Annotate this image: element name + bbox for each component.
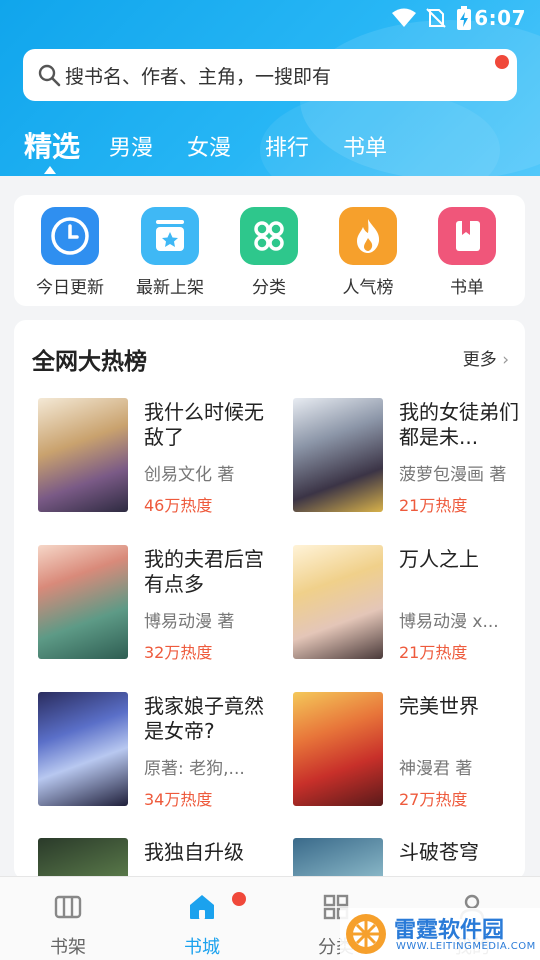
book-card[interactable]: 我家娘子竟然是女帝? 原著: 老狗,... 34万热度 bbox=[38, 692, 288, 812]
book-title: 斗破苍穹 bbox=[399, 840, 479, 864]
book-card[interactable]: 万人之上 博易动漫 x... 21万热度 bbox=[293, 545, 525, 665]
tab-booklist[interactable]: 书单 bbox=[343, 130, 387, 162]
book-heat: 27万热度 bbox=[399, 790, 468, 809]
notification-dot bbox=[495, 55, 509, 69]
book-author: 原著: 老狗,... bbox=[144, 759, 245, 779]
book-author: 创易文化 著 bbox=[144, 465, 235, 485]
book-card[interactable]: 我的女徒弟们都是未... 菠萝包漫画 著 21万热度 bbox=[293, 398, 525, 518]
book-author: 神漫君 著 bbox=[399, 759, 473, 779]
tab-male-comics[interactable]: 男漫 bbox=[109, 130, 153, 162]
nav-label: 书架 bbox=[50, 937, 86, 958]
wifi-icon bbox=[392, 8, 416, 27]
quick-category[interactable]: 分类 bbox=[221, 207, 317, 298]
flame-icon bbox=[339, 207, 397, 265]
quick-label: 书单 bbox=[450, 278, 484, 298]
more-link[interactable]: 更多 › bbox=[463, 345, 509, 370]
book-cover bbox=[38, 545, 128, 659]
tab-featured[interactable]: 精选 bbox=[24, 125, 80, 165]
status-bar: 6:07 bbox=[0, 0, 540, 36]
book-title: 我的女徒弟们都是未... bbox=[399, 400, 519, 449]
quick-entries: 今日更新 最新上架 分类 人气榜 书单 bbox=[14, 195, 525, 306]
more-label: 更多 bbox=[462, 350, 497, 370]
book-title: 我独自升级 bbox=[144, 840, 244, 864]
quick-label: 分类 bbox=[252, 278, 286, 298]
book-title: 万人之上 bbox=[399, 547, 479, 571]
book-card[interactable]: 完美世界 神漫君 著 27万热度 bbox=[293, 692, 525, 812]
book-cover bbox=[293, 692, 383, 806]
grid-icon bbox=[240, 207, 298, 265]
nav-bookstore[interactable]: 书城 bbox=[162, 891, 242, 959]
book-cover bbox=[38, 692, 128, 806]
header: 6:07 搜书名、作者、主角，一搜即有 精选 男漫 女漫 排行 书单 bbox=[0, 0, 540, 176]
book-card[interactable]: 我的夫君后宫有点多 博易动漫 著 32万热度 bbox=[38, 545, 288, 665]
book-heat: 46万热度 bbox=[144, 496, 213, 515]
book-card[interactable]: 斗破苍穹 bbox=[293, 838, 525, 880]
quick-new-arrivals[interactable]: 最新上架 bbox=[122, 207, 218, 298]
book-title: 我什么时候无敌了 bbox=[144, 400, 264, 449]
quick-today-update[interactable]: 今日更新 bbox=[22, 207, 118, 298]
book-author: 菠萝包漫画 著 bbox=[399, 465, 507, 485]
book-heat: 32万热度 bbox=[144, 643, 213, 662]
orange-logo-icon bbox=[346, 914, 386, 954]
category-tabs: 精选 男漫 女漫 排行 书单 bbox=[0, 118, 540, 176]
book-title: 我家娘子竟然是女帝? bbox=[144, 694, 264, 743]
site-watermark: 雷霆软件园 WWW.LEITINGMEDIA.COM bbox=[340, 908, 540, 960]
chevron-right-icon: › bbox=[496, 350, 509, 370]
book-cover bbox=[38, 398, 128, 512]
book-heat: 21万热度 bbox=[399, 643, 468, 662]
watermark-url: WWW.LEITINGMEDIA.COM bbox=[396, 941, 536, 952]
home-icon bbox=[190, 895, 214, 919]
notification-dot bbox=[232, 892, 246, 906]
tab-ranking[interactable]: 排行 bbox=[265, 130, 309, 162]
book-heat: 34万热度 bbox=[144, 790, 213, 809]
watermark-title: 雷霆软件园 bbox=[394, 918, 505, 943]
book-author: 博易动漫 著 bbox=[144, 612, 235, 632]
search-placeholder[interactable]: 搜书名、作者、主角，一搜即有 bbox=[65, 62, 331, 89]
bookshelf-icon bbox=[54, 895, 82, 919]
star-box-icon bbox=[141, 207, 199, 265]
book-cover bbox=[293, 838, 383, 880]
clock-icon bbox=[41, 207, 99, 265]
battery-charging-icon bbox=[457, 6, 471, 30]
nav-label: 书城 bbox=[184, 937, 220, 958]
bookmark-icon bbox=[438, 207, 496, 265]
book-author: 博易动漫 x... bbox=[399, 612, 499, 632]
no-sim-icon bbox=[426, 8, 446, 28]
book-cover bbox=[293, 398, 383, 512]
book-title: 我的夫君后宫有点多 bbox=[144, 547, 264, 596]
hot-ranking-section: 全网大热榜 更多 › 我什么时候无敌了 创易文化 著 46万热度 我的女徒弟们都… bbox=[14, 320, 525, 880]
quick-popular-ranking[interactable]: 人气榜 bbox=[320, 207, 416, 298]
tab-female-comics[interactable]: 女漫 bbox=[187, 130, 231, 162]
status-time: 6:07 bbox=[474, 6, 526, 30]
quick-label: 人气榜 bbox=[342, 278, 394, 298]
book-title: 完美世界 bbox=[399, 694, 479, 718]
book-cover bbox=[293, 545, 383, 659]
book-card[interactable]: 我什么时候无敌了 创易文化 著 46万热度 bbox=[38, 398, 288, 518]
quick-label: 最新上架 bbox=[136, 278, 204, 298]
search-icon bbox=[38, 64, 61, 87]
book-heat: 21万热度 bbox=[399, 496, 468, 515]
quick-booklist[interactable]: 书单 bbox=[419, 207, 515, 298]
quick-label: 今日更新 bbox=[36, 278, 104, 298]
nav-bookshelf[interactable]: 书架 bbox=[28, 891, 108, 959]
search-bar[interactable]: 搜书名、作者、主角，一搜即有 bbox=[23, 49, 517, 101]
book-card[interactable]: 我独自升级 bbox=[38, 838, 288, 880]
book-cover bbox=[38, 838, 128, 880]
section-title: 全网大热榜 bbox=[32, 349, 147, 375]
active-tab-indicator bbox=[44, 166, 56, 174]
